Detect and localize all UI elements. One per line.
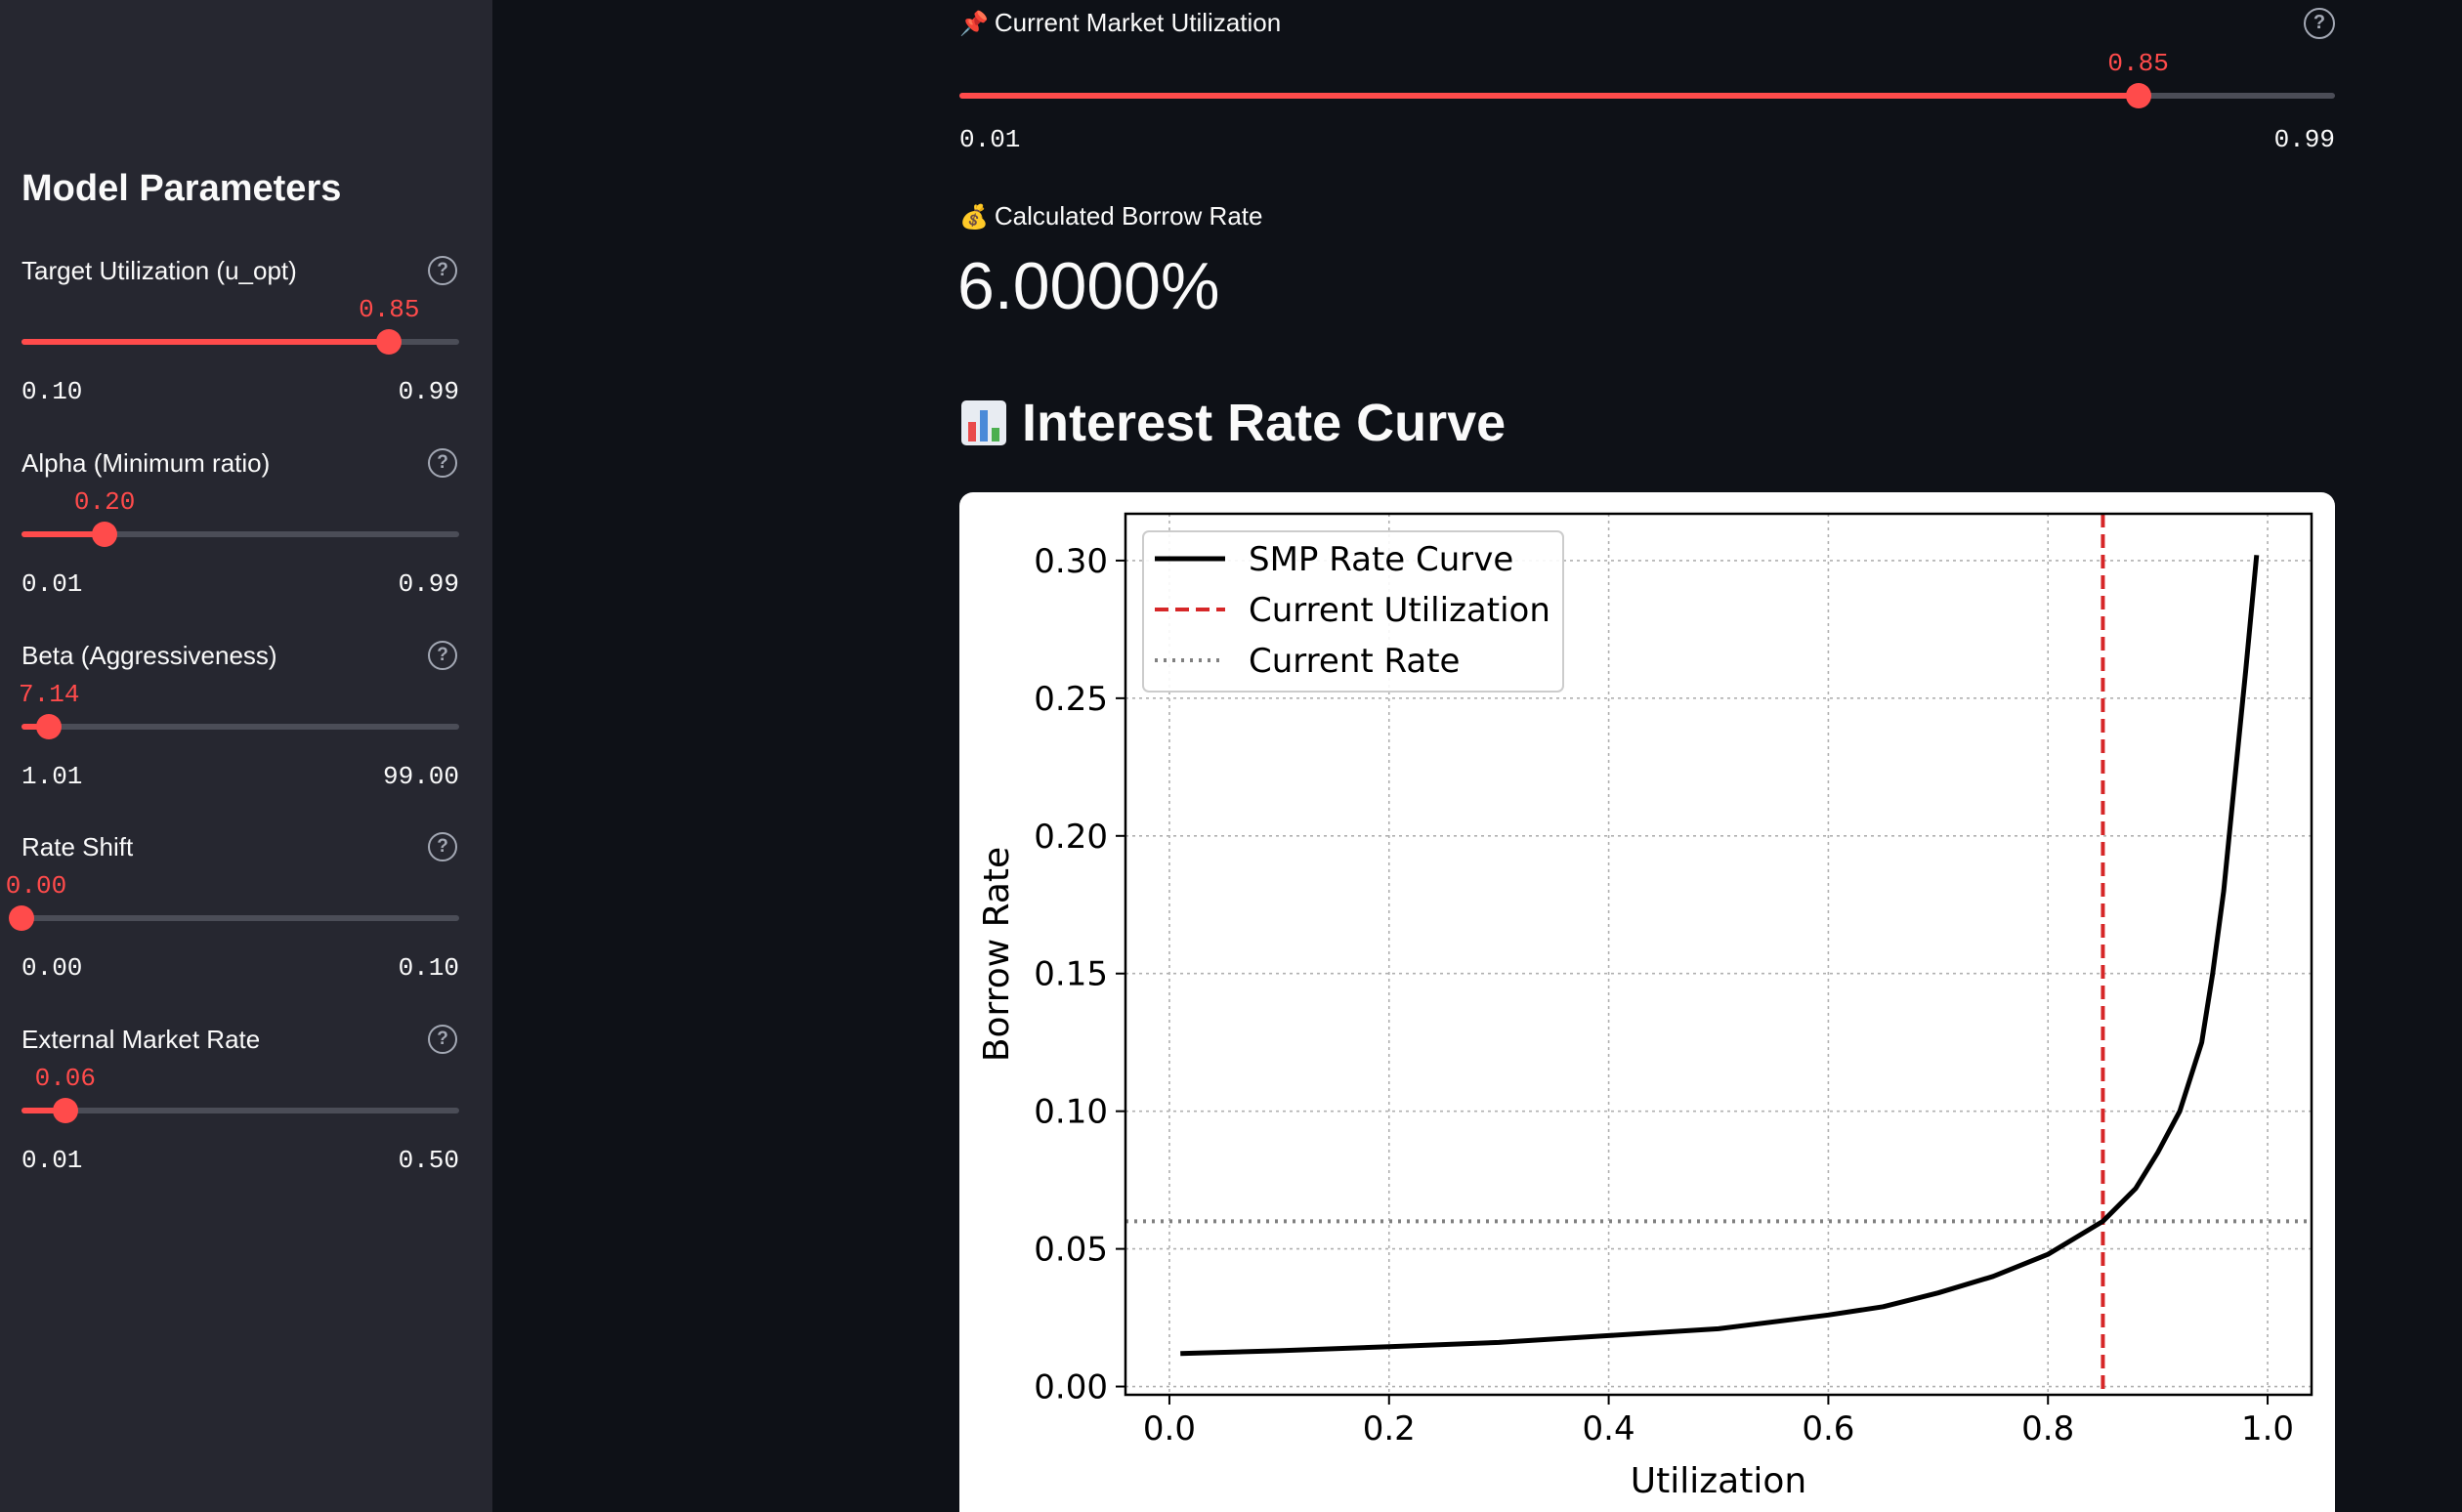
param-target-utilization: Target Utilization (u_opt) ? 0.85 0.10 0… [0, 256, 492, 441]
interest-rate-chart: 0.0 0.2 0.4 0.6 0.8 1.0 0.00 0.05 0.10 0.15 0.20 0.… [959, 492, 2335, 1512]
y-tick-label: 0.10 [1034, 1093, 1108, 1132]
x-tick-label: 0.2 [1363, 1409, 1416, 1449]
current-utilization-label: Current Market Utilization [994, 8, 1282, 37]
param-value: 0.85 [359, 295, 420, 324]
help-icon[interactable]: ? [2304, 8, 2335, 39]
current-utilization-label-wrap: 📌 Current Market Utilization [959, 8, 1281, 38]
param-value: 7.14 [19, 680, 80, 709]
slider-thumb[interactable] [36, 714, 63, 739]
slider-thumb[interactable] [2125, 83, 2151, 108]
pushpin-icon: 📌 [959, 11, 989, 37]
chart-svg: 0.0 0.2 0.4 0.6 0.8 1.0 0.00 0.05 0.10 0.15 0.20 0.… [977, 512, 2313, 1501]
param-min: 0.10 [21, 377, 83, 406]
param-value: 0.20 [73, 487, 136, 517]
slider-thumb[interactable] [376, 329, 403, 355]
legend-label: Current Rate [1249, 642, 1460, 681]
slider-thumb[interactable] [52, 1098, 78, 1123]
y-tick-label: 0.05 [1034, 1231, 1108, 1270]
param-value: 0.06 [34, 1064, 97, 1093]
param-max: 0.10 [398, 953, 459, 983]
slider-track[interactable] [959, 83, 2335, 108]
param-min: 0.01 [21, 1146, 83, 1175]
sidebar-title: Model Parameters [21, 168, 342, 209]
current-utilization-value: 0.85 [2107, 49, 2169, 78]
param-min: 0.00 [21, 953, 83, 983]
param-alpha: Alpha (Minimum ratio) ? 0.20 0.01 0.99 [0, 448, 492, 634]
y-tick-label: 0.25 [1034, 680, 1108, 719]
money-bag-icon: 💰 [959, 204, 989, 231]
param-external-market-rate: External Market Rate ? 0.06 0.01 0.50 [0, 1025, 492, 1210]
help-icon[interactable]: ? [428, 832, 457, 861]
param-label: Rate Shift [21, 832, 134, 861]
y-tick-label: 0.00 [1034, 1368, 1108, 1407]
bar-chart-icon [961, 400, 1006, 445]
param-rate-shift: Rate Shift ? 0.00 0.00 0.10 [0, 832, 492, 1018]
slider-thumb[interactable] [92, 522, 118, 547]
slider-min: 0.01 [959, 125, 1021, 154]
param-label: External Market Rate [21, 1025, 261, 1054]
x-tick-label: 0.0 [1143, 1409, 1196, 1449]
slider-fill [959, 93, 2139, 99]
legend-label: SMP Rate Curve [1249, 540, 1513, 579]
x-axis-label: Utilization [1631, 1461, 1806, 1501]
borrow-rate-label: Calculated Borrow Rate [994, 201, 1263, 231]
help-icon[interactable]: ? [428, 256, 457, 285]
slider-track[interactable] [21, 1098, 459, 1123]
borrow-rate-value: 6.0000% [957, 249, 1220, 323]
slider-fill [21, 339, 390, 345]
slider-thumb[interactable] [9, 905, 34, 931]
y-tick-label: 0.15 [1034, 955, 1108, 994]
x-tick-label: 0.8 [2021, 1409, 2074, 1449]
x-tick-label: 0.4 [1583, 1409, 1635, 1449]
param-beta: Beta (Aggressiveness) ? 7.14 1.01 99.00 [0, 641, 492, 826]
param-label: Target Utilization (u_opt) [21, 256, 297, 285]
param-label: Alpha (Minimum ratio) [21, 448, 271, 478]
param-max: 0.99 [398, 569, 459, 599]
slider-max: 0.99 [2273, 125, 2335, 154]
param-min: 0.01 [21, 569, 83, 599]
slider-track[interactable] [21, 714, 459, 739]
y-axis-label: Borrow Rate [977, 847, 1017, 1062]
param-max: 0.99 [398, 377, 459, 406]
slider-track[interactable] [21, 329, 459, 355]
section-header: Interest Rate Curve [959, 393, 1506, 453]
slider-track[interactable] [21, 522, 459, 547]
param-label: Beta (Aggressiveness) [21, 641, 277, 670]
param-value: 0.00 [5, 871, 67, 901]
help-icon[interactable]: ? [428, 1025, 457, 1054]
x-tick-label: 0.6 [1802, 1409, 1854, 1449]
x-tick-label: 1.0 [2241, 1409, 2294, 1449]
param-min: 1.01 [21, 762, 83, 791]
help-icon[interactable]: ? [428, 641, 457, 670]
current-utilization-slider: 📌 Current Market Utilization ? 0.85 0.01 … [959, 0, 2335, 166]
help-icon[interactable]: ? [428, 448, 457, 478]
param-max: 99.00 [382, 762, 459, 791]
param-max: 0.50 [398, 1146, 459, 1175]
y-tick-label: 0.30 [1034, 542, 1108, 581]
borrow-rate-label-wrap: 💰 Calculated Borrow Rate [959, 201, 1262, 231]
sidebar: Model Parameters Target Utilization (u_o… [0, 0, 492, 1512]
slider-track[interactable] [9, 905, 459, 931]
section-title: Interest Rate Curve [1022, 394, 1507, 452]
y-tick-label: 0.20 [1034, 818, 1108, 857]
legend-label: Current Utilization [1249, 591, 1550, 630]
